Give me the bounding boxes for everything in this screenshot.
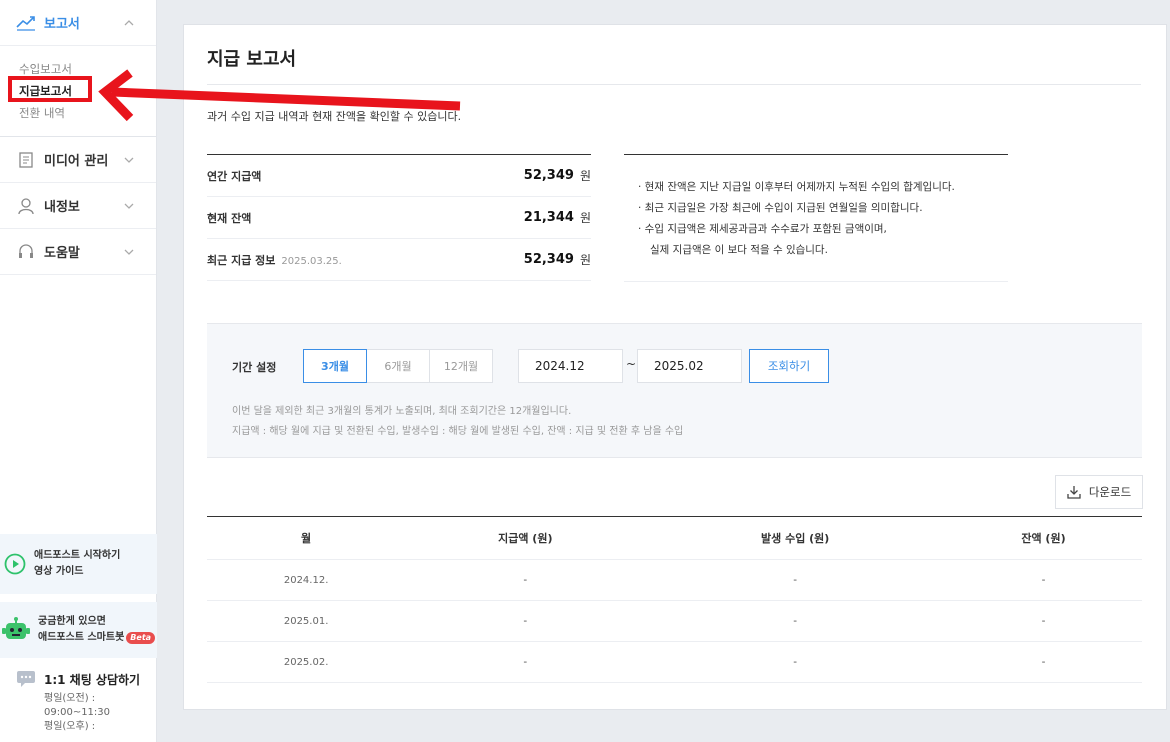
payment-table: 월 지급액 (원) 발생 수입 (원) 잔액 (원) 2024.12. - - …	[207, 516, 1142, 683]
cell-earned: -	[645, 600, 945, 642]
submenu-conversion-history[interactable]: 전환 내역	[19, 102, 156, 124]
column-header: 월	[207, 516, 406, 560]
robot-icon	[2, 617, 30, 639]
table-row: 2025.01. - - -	[207, 600, 1142, 642]
page-description: 과거 수입 지급 내역과 현재 잔액을 확인할 수 있습니다.	[207, 110, 462, 123]
nav-help-label: 도움말	[44, 246, 80, 261]
column-header: 잔액 (원)	[944, 516, 1142, 560]
period-6-months[interactable]: 6개월	[366, 349, 430, 383]
end-month-select[interactable]: 2025.02	[637, 349, 742, 383]
table-header-row: 월 지급액 (원) 발생 수입 (원) 잔액 (원)	[207, 516, 1142, 560]
promo-guide-line1: 애드포스트 시작하기	[34, 550, 121, 561]
nav-report[interactable]: 보고서	[0, 0, 156, 46]
cell-paid: -	[405, 641, 646, 683]
chat-hours-2: 09:00~11:30	[44, 707, 111, 718]
column-header: 지급액 (원)	[405, 516, 646, 560]
summary-row: 현재 잔액 21,344 원	[207, 197, 591, 239]
start-month-select[interactable]: 2024.12	[518, 349, 623, 383]
chat-hours-1: 평일(오전) :	[44, 693, 96, 704]
chevron-down-icon	[122, 249, 136, 255]
nav-help[interactable]: 도움말	[0, 229, 156, 275]
period-filter: 기간 설정 3개월 6개월 12개월 2024.12 ~ 2025.02 조회하…	[207, 323, 1142, 458]
summary-row: 연간 지급액 52,349 원	[207, 155, 591, 197]
range-separator: ~	[626, 357, 637, 371]
summary-value: 52,349	[523, 252, 574, 267]
chevron-down-icon	[122, 157, 136, 163]
promo-smartbot[interactable]: 궁금한게 있으면 애드포스트 스마트봇 Beta	[0, 602, 157, 658]
nav-media[interactable]: 미디어 관리	[0, 137, 156, 183]
cell-earned: -	[645, 641, 945, 683]
summary-row: 최근 지급 정보 2025.03.25. 52,349 원	[207, 239, 591, 281]
download-label: 다운로드	[1088, 485, 1132, 499]
nav-profile-label: 내정보	[44, 200, 80, 215]
nav-profile[interactable]: 내정보	[0, 183, 156, 229]
download-icon	[1067, 486, 1081, 499]
chat-bubble-icon	[17, 671, 35, 687]
table-row: 2025.02. - - -	[207, 641, 1142, 683]
cell-balance: -	[944, 559, 1142, 601]
chat-label: 1:1 채팅 상담하기	[44, 672, 141, 687]
cell-month: 2025.02.	[207, 641, 406, 683]
note-line: · 현재 잔액은 지난 지급일 이후부터 어제까지 누적된 수입의 합계입니다.	[638, 181, 955, 193]
chat-hours-3: 평일(오후) :	[44, 721, 96, 732]
summary-unit: 원	[579, 211, 591, 225]
note-line: · 수입 지급액은 제세공과금과 수수료가 포함된 금액이며,	[638, 223, 887, 235]
chat-consult[interactable]: 1:1 채팅 상담하기 평일(오전) : 09:00~11:30 평일(오후) …	[16, 670, 156, 734]
cell-month: 2024.12.	[207, 559, 406, 601]
summary-unit: 원	[579, 253, 591, 267]
note-line: 실제 지급액은 이 보다 적을 수 있습니다.	[650, 244, 828, 256]
cell-month: 2025.01.	[207, 600, 406, 642]
query-button[interactable]: 조회하기	[749, 349, 829, 383]
summary-table: 연간 지급액 52,349 원 현재 잔액 21,344 원 최근 지급 정보 2…	[207, 154, 591, 281]
annotation-highlight-box	[8, 76, 92, 102]
cell-earned: -	[645, 559, 945, 601]
download-button[interactable]: 다운로드	[1055, 475, 1143, 509]
column-header: 발생 수입 (원)	[645, 516, 945, 560]
summary-label: 연간 지급액	[207, 169, 262, 183]
promo-guide-line2: 영상 가이드	[34, 566, 84, 577]
chevron-down-icon	[122, 203, 136, 209]
filter-note-1: 이번 달을 제외한 최근 3개월의 통계가 노출되며, 최대 조회기간은 12개…	[232, 406, 572, 417]
cell-paid: -	[405, 600, 646, 642]
nav-report-label: 보고서	[44, 17, 80, 32]
chevron-up-icon	[122, 19, 136, 26]
summary-label: 최근 지급 정보	[207, 253, 276, 267]
promo-bot-line1: 궁금한게 있으면	[38, 616, 106, 627]
cell-balance: -	[944, 641, 1142, 683]
cell-balance: -	[944, 600, 1142, 642]
payment-report-panel: 지급 보고서 과거 수입 지급 내역과 현재 잔액을 확인할 수 있습니다. 연…	[183, 24, 1167, 710]
line-chart-icon	[16, 13, 36, 33]
period-segment: 3개월 6개월 12개월	[303, 349, 493, 383]
summary-value: 21,344	[523, 210, 574, 225]
period-label: 기간 설정	[232, 361, 277, 374]
promo-bot-line2: 애드포스트 스마트봇	[38, 632, 125, 643]
period-3-months[interactable]: 3개월	[303, 349, 367, 383]
play-circle-icon	[4, 553, 26, 575]
person-icon	[16, 196, 36, 216]
sidebar: 보고서 수입보고서 지급보고서 전환 내역 미디어 관리 내정보 도움말 애드포…	[0, 0, 157, 742]
page-title: 지급 보고서	[207, 49, 297, 70]
nav-media-label: 미디어 관리	[44, 154, 109, 169]
filter-note-2: 지급액 : 해당 월에 지급 및 전환된 수입, 발생수입 : 해당 월에 발생…	[232, 426, 684, 437]
summary-value: 52,349	[523, 168, 574, 183]
beta-badge: Beta	[126, 632, 156, 644]
document-icon	[16, 150, 36, 170]
title-divider	[207, 84, 1141, 85]
summary-unit: 원	[579, 169, 591, 183]
note-line: · 최근 지급일은 가장 최근에 수입이 지급된 연월일을 의미합니다.	[638, 202, 923, 214]
cell-paid: -	[405, 559, 646, 601]
notes-box: · 현재 잔액은 지난 지급일 이후부터 어제까지 누적된 수입의 합계입니다.…	[624, 154, 1008, 282]
period-12-months[interactable]: 12개월	[429, 349, 493, 383]
summary-date: 2025.03.25.	[281, 255, 342, 267]
table-row: 2024.12. - - -	[207, 559, 1142, 601]
promo-video-guide[interactable]: 애드포스트 시작하기 영상 가이드	[0, 534, 157, 594]
headset-icon	[16, 242, 36, 262]
summary-label: 현재 잔액	[207, 211, 252, 225]
